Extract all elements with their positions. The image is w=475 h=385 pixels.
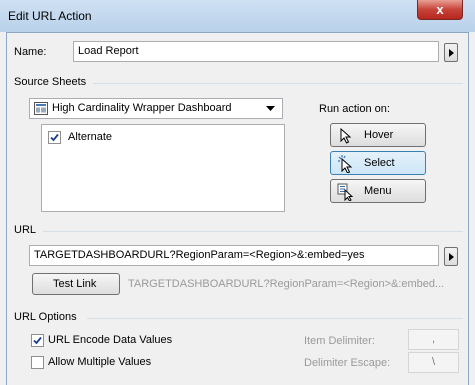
name-input[interactable]: Load Report: [73, 41, 439, 62]
sheet-checkbox[interactable]: [48, 131, 61, 144]
item-delimiter-label: Item Delimiter:: [304, 335, 375, 347]
delimiter-escape-label: Delimiter Escape:: [304, 357, 391, 369]
close-button[interactable]: x: [417, 0, 463, 20]
source-sheets-separator: [93, 83, 463, 84]
item-delimiter-input[interactable]: ,: [408, 329, 459, 350]
menu-label: Menu: [364, 185, 392, 197]
url-encode-option[interactable]: URL Encode Data Values: [31, 333, 231, 349]
select-label: Select: [364, 157, 395, 169]
allow-multiple-option[interactable]: Allow Multiple Values: [31, 355, 231, 371]
allow-multiple-label: Allow Multiple Values: [48, 356, 152, 368]
allow-multiple-checkbox[interactable]: [31, 356, 44, 369]
title-bar: Edit URL Action x: [0, 0, 475, 32]
menu-button[interactable]: Menu: [330, 179, 426, 203]
dashboard-select[interactable]: High Cardinality Wrapper Dashboard: [29, 98, 283, 119]
dashboard-icon: [34, 102, 48, 115]
checkmark-icon: [33, 336, 42, 345]
cursor-click-icon: [338, 155, 353, 173]
sheet-label: Alternate: [68, 131, 113, 143]
test-link-label: Test Link: [53, 278, 97, 290]
url-encode-checkbox[interactable]: [31, 334, 44, 347]
sheet-item-alternate[interactable]: Alternate: [48, 130, 248, 146]
hover-label: Hover: [364, 129, 394, 141]
url-separator: [43, 231, 463, 232]
menu-cursor-icon: [337, 183, 354, 201]
url-label: URL: [14, 224, 37, 236]
dialog-body: Name: Load Report Source Sheets High Car…: [6, 32, 469, 385]
source-sheets-label: Source Sheets: [14, 76, 87, 88]
window-title: Edit URL Action: [8, 9, 92, 23]
close-icon: x: [436, 2, 444, 17]
dashboard-select-value: High Cardinality Wrapper Dashboard: [52, 102, 232, 114]
url-encode-label: URL Encode Data Values: [48, 334, 173, 346]
chevron-down-icon: [266, 106, 275, 111]
hover-button[interactable]: Hover: [330, 123, 426, 147]
name-insert-button[interactable]: [444, 43, 458, 62]
select-button[interactable]: Select: [330, 151, 426, 175]
checkmark-icon: [50, 133, 59, 142]
cursor-arrow-icon: [340, 128, 352, 144]
url-insert-button[interactable]: [444, 247, 458, 266]
name-label: Name:: [14, 46, 47, 58]
run-action-label: Run action on:: [319, 103, 390, 115]
url-input[interactable]: TARGETDASHBOARDURL?RegionParam=<Region>&…: [29, 245, 439, 266]
delimiter-escape-input[interactable]: \: [408, 352, 459, 373]
url-options-label: URL Options: [14, 311, 77, 323]
sheets-list: Alternate: [41, 124, 285, 212]
test-link-button[interactable]: Test Link: [32, 273, 120, 295]
url-preview: TARGETDASHBOARDURL?RegionParam=<Region>&…: [128, 278, 445, 290]
url-options-separator: [87, 318, 463, 319]
